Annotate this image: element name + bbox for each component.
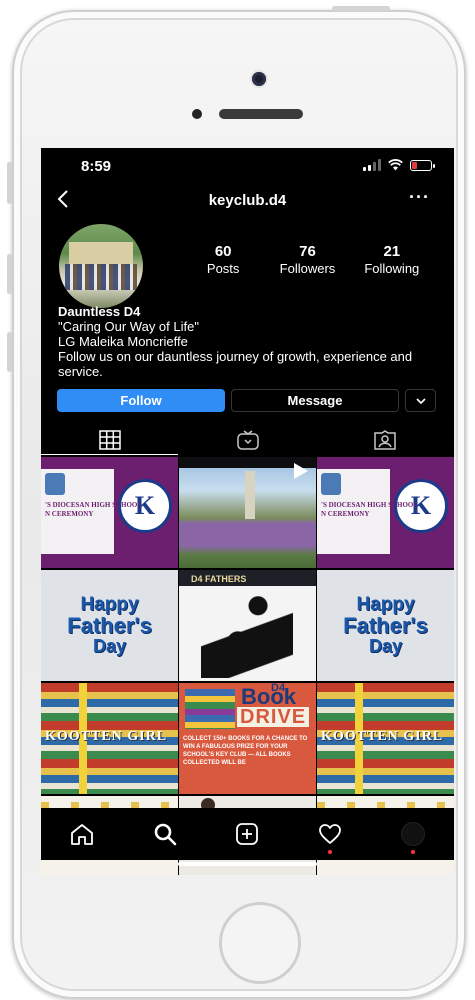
- mute-switch: [7, 162, 12, 204]
- stat-label: Following: [364, 261, 420, 276]
- profile-tabs: [41, 426, 454, 454]
- active-tab-indicator: [41, 454, 178, 455]
- more-options-icon[interactable]: ···: [409, 187, 430, 208]
- stat-followers[interactable]: 76 Followers: [265, 243, 349, 276]
- wifi-icon: [388, 159, 403, 171]
- stat-following[interactable]: 21 Following: [350, 243, 434, 276]
- post-text: KOOTTEN GIRL: [321, 729, 444, 744]
- post-text: Day: [368, 636, 403, 656]
- home-icon: [71, 824, 94, 845]
- stat-label: Posts: [206, 261, 240, 276]
- post-text: COLLECT 150+ BOOKS FOR A CHANCE TO WIN A…: [183, 736, 308, 766]
- stat-number: 60: [214, 243, 232, 260]
- profile-bio: Dauntless D4 "Caring Our Way of Life" LG…: [58, 304, 436, 379]
- notification-dot: [328, 850, 333, 854]
- front-camera: [252, 72, 266, 86]
- book-stack-icon: [185, 689, 235, 729]
- tab-grid[interactable]: [41, 426, 179, 454]
- bio-line: "Caring Our Way of Life": [58, 319, 199, 334]
- post-text: Father's: [67, 613, 152, 638]
- profile-icon: [400, 822, 425, 846]
- add-post-icon: [236, 823, 259, 845]
- tab-profile[interactable]: [371, 808, 454, 860]
- post-thumbnail[interactable]: K 'S DIOCESAN HIGH SCHOOL N CEREMONY: [41, 457, 178, 568]
- profile-actions: Follow Message: [57, 389, 438, 412]
- grid-icon: [99, 430, 121, 450]
- post-text: N CEREMONY: [45, 510, 94, 518]
- post-text: N CEREMONY: [321, 510, 370, 518]
- notification-dot: [410, 850, 415, 854]
- username-title: keyclub.d4: [208, 192, 287, 209]
- profile-avatar[interactable]: [59, 224, 143, 308]
- tab-igtv[interactable]: [179, 426, 317, 454]
- post-thumbnail[interactable]: K 'S DIOCESAN HIGH SCHOOL N CEREMONY: [317, 457, 454, 568]
- post-text: 'S DIOCESAN HIGH SCHOOL: [321, 501, 419, 509]
- profile-header: keyclub.d4 ···: [41, 186, 454, 216]
- post-text: Day: [92, 636, 127, 656]
- post-thumbnail[interactable]: [179, 457, 316, 568]
- school-crest-icon: [45, 473, 65, 495]
- earpiece-speaker: [219, 109, 303, 119]
- app-screen: 8:59 keyclub.d4 ··· 60 Posts 76 Follower…: [41, 148, 454, 875]
- tab-activity[interactable]: [289, 808, 372, 860]
- post-text: Happy: [80, 594, 139, 615]
- message-button[interactable]: Message: [231, 389, 399, 412]
- volume-up-button: [7, 254, 12, 294]
- stat-number: 76: [299, 243, 316, 260]
- tab-new-post[interactable]: [206, 808, 289, 860]
- post-thumbnail[interactable]: KOOTTEN GIRL: [41, 683, 178, 794]
- post-text: KOOTTEN GIRL: [45, 729, 168, 744]
- home-indicator: [178, 862, 317, 866]
- power-button: [332, 6, 390, 11]
- video-play-icon: [294, 463, 308, 479]
- post-text: 'S DIOCESAN HIGH SCHOOL: [45, 501, 143, 509]
- post-thumbnail[interactable]: KOOTTEN GIRL: [317, 683, 454, 794]
- suggested-accounts-dropdown[interactable]: [405, 389, 436, 412]
- post-thumbnail[interactable]: Happy Father's Day: [317, 570, 454, 681]
- volume-down-button: [7, 332, 12, 372]
- post-text: DRIVE: [237, 707, 310, 727]
- school-crest-icon: [321, 473, 341, 495]
- tab-tagged[interactable]: [316, 426, 454, 454]
- post-text: Book: [241, 684, 296, 709]
- father-child-silhouette: [201, 592, 293, 678]
- tab-home[interactable]: [41, 808, 124, 860]
- status-bar: 8:59: [41, 148, 454, 182]
- stat-number: 21: [383, 243, 401, 260]
- follow-button[interactable]: Follow: [57, 389, 225, 412]
- post-thumbnail[interactable]: D4 Book DRIVE COLLECT 150+ BOOKS FOR A C…: [179, 683, 316, 794]
- profile-stats: 60 Posts 76 Followers 21 Following: [181, 243, 434, 276]
- stat-posts[interactable]: 60 Posts: [181, 243, 265, 276]
- home-button[interactable]: [219, 902, 301, 984]
- bio-line: Follow us on our dauntless journey of gr…: [58, 349, 413, 379]
- tagged-icon: [374, 430, 396, 450]
- post-text: D4 FATHERS: [179, 570, 316, 586]
- profile-name: Dauntless D4: [58, 304, 141, 319]
- status-icons: [363, 159, 435, 171]
- signal-icon: [363, 159, 381, 171]
- stat-label: Followers: [279, 261, 336, 276]
- tab-search[interactable]: [124, 808, 207, 860]
- post-text: Happy: [356, 594, 415, 615]
- status-time: 8:59: [81, 158, 112, 175]
- bio-line: LG Maleika Moncrieffe: [58, 334, 188, 349]
- post-thumbnail[interactable]: Happy Father's Day: [41, 570, 178, 681]
- proximity-sensor: [192, 109, 202, 119]
- post-thumbnail[interactable]: D4 FATHERS: [179, 570, 316, 681]
- igtv-icon: [236, 430, 259, 450]
- battery-icon: [410, 159, 435, 171]
- chevron-down-icon: [415, 397, 426, 404]
- heart-icon: [319, 824, 341, 844]
- search-icon: [154, 823, 177, 846]
- post-text: Father's: [343, 613, 428, 638]
- bottom-tab-bar: [41, 808, 454, 860]
